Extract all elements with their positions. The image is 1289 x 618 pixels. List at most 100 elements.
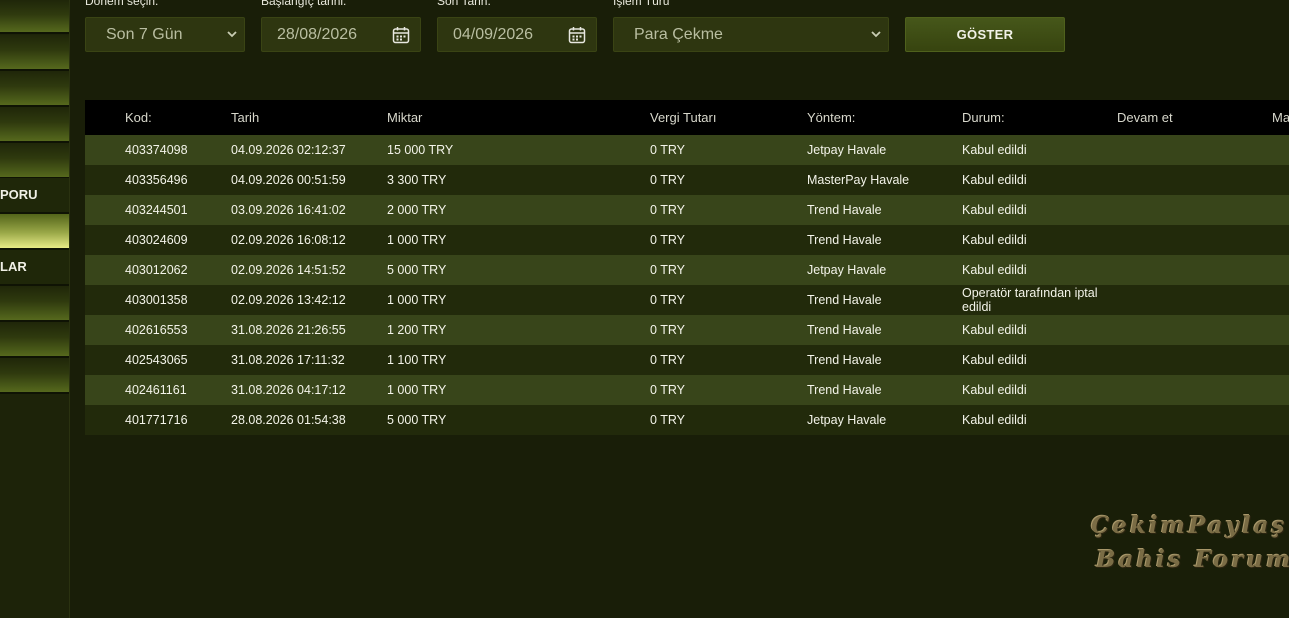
cell-amount: 15 000 TRY [387, 143, 454, 157]
cell-status: Kabul edildi [962, 413, 1027, 427]
chevron-down-icon [227, 31, 237, 38]
header-amount: Miktar [387, 110, 423, 125]
sidebar-item-1[interactable] [0, 0, 69, 34]
cell-status: Kabul edildi [962, 233, 1027, 247]
cell-date: 31.08.2026 17:11:32 [231, 353, 345, 367]
header-date: Tarih [231, 110, 260, 125]
sidebar-item-2[interactable] [0, 35, 69, 71]
header-extra: Ma [1272, 110, 1289, 125]
cell-tax: 0 TRY [650, 263, 685, 277]
cell-code: 403001358 [125, 293, 188, 307]
transaction-type-select[interactable]: Para Çekme [613, 17, 889, 52]
cell-status: Operatör tarafından iptal edildi [962, 286, 1098, 314]
sidebar-item-lar[interactable]: LAR [0, 250, 69, 286]
cell-method: MasterPay Havale [807, 173, 910, 187]
table-row: 403001358 02.09.2026 13:42:12 1 000 TRY … [85, 285, 1289, 315]
table-row: 401771716 28.08.2026 01:54:38 5 000 TRY … [85, 405, 1289, 435]
cell-tax: 0 TRY [650, 173, 685, 187]
table-row: 402543065 31.08.2026 17:11:32 1 100 TRY … [85, 345, 1289, 375]
table-header: Kod: Tarih Miktar Vergi Tutarı Yöntem: D… [85, 100, 1289, 135]
sidebar: PORU LAR [0, 0, 70, 618]
cell-code: 403374098 [125, 143, 188, 157]
start-date-value: 28/08/2026 [277, 26, 358, 43]
cell-amount: 1 000 TRY [387, 383, 447, 397]
calendar-icon[interactable] [392, 26, 410, 44]
cell-date: 02.09.2026 13:42:12 [231, 293, 346, 307]
cell-code: 403356496 [125, 173, 188, 187]
cell-status: Kabul edildi [962, 263, 1027, 277]
cell-status: Kabul edildi [962, 173, 1027, 187]
cell-method: Jetpay Havale [807, 263, 887, 277]
cell-code: 402616553 [125, 323, 188, 337]
cell-date: 31.08.2026 04:17:12 [231, 383, 346, 397]
cell-date: 03.09.2026 16:41:02 [231, 203, 346, 217]
cell-tax: 0 TRY [650, 203, 685, 217]
cell-tax: 0 TRY [650, 353, 685, 367]
cell-status: Kabul edildi [962, 143, 1027, 157]
table-row: 402616553 31.08.2026 21:26:55 1 200 TRY … [85, 315, 1289, 345]
cell-code: 401771716 [125, 413, 188, 427]
table-row: 403244501 03.09.2026 16:41:02 2 000 TRY … [85, 195, 1289, 225]
cell-method: Jetpay Havale [807, 143, 887, 157]
calendar-icon[interactable] [568, 26, 586, 44]
cell-status: Kabul edildi [962, 353, 1027, 367]
cell-amount: 1 200 TRY [387, 323, 447, 337]
sidebar-item-active[interactable] [0, 214, 69, 250]
cell-method: Trend Havale [807, 203, 882, 217]
header-status: Durum: [962, 110, 1005, 125]
cell-date: 31.08.2026 21:26:55 [231, 323, 346, 337]
header-continue: Devam et [1117, 110, 1173, 125]
end-date-label: Son Tarih: [437, 0, 491, 8]
cell-date: 02.09.2026 14:51:52 [231, 263, 346, 277]
cell-method: Trend Havale [807, 293, 882, 307]
cell-method: Trend Havale [807, 233, 882, 247]
cell-code: 403244501 [125, 203, 188, 217]
sidebar-item-5[interactable] [0, 143, 69, 179]
cell-method: Trend Havale [807, 323, 882, 337]
cell-date: 28.08.2026 01:54:38 [231, 413, 346, 427]
show-button[interactable]: GÖSTER [905, 17, 1065, 52]
cell-amount: 3 300 TRY [387, 173, 447, 187]
cell-code: 402543065 [125, 353, 188, 367]
end-date-value: 04/09/2026 [453, 26, 534, 43]
cell-tax: 0 TRY [650, 383, 685, 397]
sidebar-item-label: PORU [0, 187, 38, 202]
cell-amount: 1 000 TRY [387, 293, 447, 307]
cell-method: Jetpay Havale [807, 413, 887, 427]
watermark-line-1: ÇekimPaylaş [1091, 512, 1288, 539]
header-tax: Vergi Tutarı [650, 110, 717, 125]
header-method: Yöntem: [807, 110, 856, 125]
cell-amount: 1 100 TRY [387, 353, 447, 367]
sidebar-item-10[interactable] [0, 322, 69, 358]
table-row: 403374098 04.09.2026 02:12:37 15 000 TRY… [85, 135, 1289, 165]
cell-date: 02.09.2026 16:08:12 [231, 233, 346, 247]
cell-tax: 0 TRY [650, 323, 685, 337]
start-date-input[interactable]: 28/08/2026 [261, 17, 421, 52]
cell-amount: 2 000 TRY [387, 203, 447, 217]
sidebar-item-report[interactable]: PORU [0, 178, 69, 214]
cell-amount: 1 000 TRY [387, 233, 447, 247]
cell-date: 04.09.2026 02:12:37 [231, 143, 346, 157]
cell-method: Trend Havale [807, 353, 882, 367]
cell-code: 402461161 [125, 383, 187, 397]
watermark-line-2: Bahis Forum [1096, 546, 1289, 573]
cell-tax: 0 TRY [650, 143, 685, 157]
cell-method: Trend Havale [807, 383, 882, 397]
cell-status: Kabul edildi [962, 203, 1027, 217]
table-row: 402461161 31.08.2026 04:17:12 1 000 TRY … [85, 375, 1289, 405]
chevron-down-icon [871, 31, 881, 38]
sidebar-item-4[interactable] [0, 107, 69, 143]
end-date-input[interactable]: 04/09/2026 [437, 17, 597, 52]
period-select[interactable]: Son 7 Gün [85, 17, 245, 52]
cell-amount: 5 000 TRY [387, 413, 447, 427]
table-row: 403012062 02.09.2026 14:51:52 5 000 TRY … [85, 255, 1289, 285]
cell-tax: 0 TRY [650, 293, 685, 307]
transactions-table: 403374098 04.09.2026 02:12:37 15 000 TRY… [85, 135, 1289, 435]
sidebar-item-11[interactable] [0, 358, 69, 394]
cell-status: Kabul edildi [962, 383, 1027, 397]
transaction-type-value: Para Çekme [634, 26, 723, 43]
cell-tax: 0 TRY [650, 233, 685, 247]
sidebar-item-9[interactable] [0, 286, 69, 322]
sidebar-item-3[interactable] [0, 71, 69, 107]
table-row: 403024609 02.09.2026 16:08:12 1 000 TRY … [85, 225, 1289, 255]
